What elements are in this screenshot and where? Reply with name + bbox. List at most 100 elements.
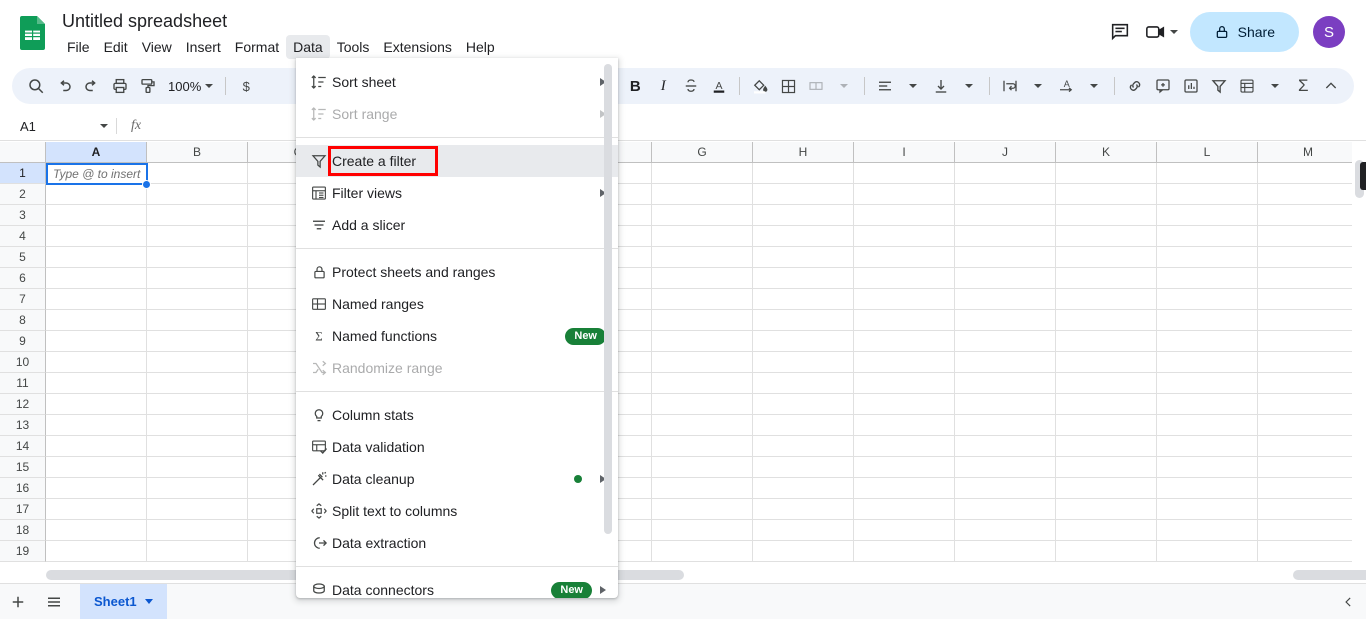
- comment-history-icon[interactable]: [1100, 12, 1140, 52]
- cell-I12[interactable]: [854, 394, 955, 415]
- cell-A10[interactable]: [46, 352, 147, 373]
- row-header-2[interactable]: 2: [0, 184, 46, 205]
- cell-J2[interactable]: [955, 184, 1056, 205]
- data-dropdown-menu[interactable]: Sort sheet Sort range Create a filter Filte…: [296, 58, 618, 598]
- cell-L4[interactable]: [1157, 226, 1258, 247]
- cell-I5[interactable]: [854, 247, 955, 268]
- cell-L18[interactable]: [1157, 520, 1258, 541]
- expand-panel-icon[interactable]: [1342, 595, 1356, 609]
- cell-L12[interactable]: [1157, 394, 1258, 415]
- fill-handle[interactable]: [142, 180, 151, 189]
- cell-M2[interactable]: [1258, 184, 1359, 205]
- borders-icon[interactable]: [774, 72, 802, 100]
- cell-H4[interactable]: [753, 226, 854, 247]
- cell-M6[interactable]: [1258, 268, 1359, 289]
- cell-H16[interactable]: [753, 478, 854, 499]
- text-color-icon[interactable]: A: [705, 72, 733, 100]
- cell-M5[interactable]: [1258, 247, 1359, 268]
- all-sheets-icon[interactable]: [36, 584, 72, 619]
- select-all-corner[interactable]: [0, 142, 46, 163]
- cell-H15[interactable]: [753, 457, 854, 478]
- cell-A19[interactable]: [46, 541, 147, 562]
- cell-K8[interactable]: [1056, 310, 1157, 331]
- cell-B6[interactable]: [147, 268, 248, 289]
- cell-M19[interactable]: [1258, 541, 1359, 562]
- insert-comment-icon[interactable]: [1149, 72, 1177, 100]
- cell-K15[interactable]: [1056, 457, 1157, 478]
- row-header-1[interactable]: 1: [0, 163, 46, 184]
- currency-icon[interactable]: $: [232, 72, 260, 100]
- cell-A2[interactable]: [46, 184, 147, 205]
- cell-K3[interactable]: [1056, 205, 1157, 226]
- chevron-down-icon[interactable]: [205, 84, 214, 88]
- cell-H12[interactable]: [753, 394, 854, 415]
- cell-grid[interactable]: [46, 163, 1359, 562]
- cell-K14[interactable]: [1056, 436, 1157, 457]
- active-cell-a1[interactable]: Type @ to insert: [46, 163, 148, 185]
- cell-J9[interactable]: [955, 331, 1056, 352]
- cell-B16[interactable]: [147, 478, 248, 499]
- cell-J8[interactable]: [955, 310, 1056, 331]
- cell-G12[interactable]: [652, 394, 753, 415]
- vertical-scrollbar[interactable]: ▲ ▼: [1352, 142, 1366, 563]
- cell-A5[interactable]: [46, 247, 147, 268]
- menu-scrollbar[interactable]: [604, 64, 612, 588]
- cell-J11[interactable]: [955, 373, 1056, 394]
- cell-M9[interactable]: [1258, 331, 1359, 352]
- cell-G1[interactable]: [652, 163, 753, 184]
- cell-L1[interactable]: [1157, 163, 1258, 184]
- vertical-align-icon[interactable]: [927, 72, 955, 100]
- menu-item-protect-sheets-and-ranges[interactable]: Protect sheets and ranges: [296, 256, 618, 288]
- chevron-down-icon[interactable]: [100, 124, 108, 128]
- cell-L14[interactable]: [1157, 436, 1258, 457]
- cell-G14[interactable]: [652, 436, 753, 457]
- cell-B19[interactable]: [147, 541, 248, 562]
- bold-icon[interactable]: B: [621, 72, 649, 100]
- cell-B7[interactable]: [147, 289, 248, 310]
- cell-J10[interactable]: [955, 352, 1056, 373]
- row-header-5[interactable]: 5: [0, 247, 46, 268]
- menu-item-filter-views[interactable]: Filter views: [296, 177, 618, 209]
- cell-A13[interactable]: [46, 415, 147, 436]
- cell-A8[interactable]: [46, 310, 147, 331]
- column-header-K[interactable]: K: [1056, 142, 1157, 163]
- cell-J14[interactable]: [955, 436, 1056, 457]
- cell-L9[interactable]: [1157, 331, 1258, 352]
- cell-G13[interactable]: [652, 415, 753, 436]
- menu-item-column-stats[interactable]: Column stats: [296, 399, 618, 431]
- strikethrough-icon[interactable]: [677, 72, 705, 100]
- cell-L8[interactable]: [1157, 310, 1258, 331]
- merge-cells-icon[interactable]: [802, 72, 830, 100]
- collapse-toolbar-icon[interactable]: [1317, 72, 1345, 100]
- cell-B4[interactable]: [147, 226, 248, 247]
- cell-J19[interactable]: [955, 541, 1056, 562]
- cell-A18[interactable]: [46, 520, 147, 541]
- cell-B1[interactable]: [147, 163, 248, 184]
- row-header-6[interactable]: 6: [0, 268, 46, 289]
- italic-icon[interactable]: I: [649, 72, 677, 100]
- print-icon[interactable]: [106, 72, 134, 100]
- cell-J13[interactable]: [955, 415, 1056, 436]
- cell-G8[interactable]: [652, 310, 753, 331]
- row-header-12[interactable]: 12: [0, 394, 46, 415]
- cell-I17[interactable]: [854, 499, 955, 520]
- menu-help[interactable]: Help: [459, 35, 502, 59]
- cell-M13[interactable]: [1258, 415, 1359, 436]
- cell-H17[interactable]: [753, 499, 854, 520]
- chevron-down-icon[interactable]: [1169, 30, 1178, 34]
- cell-G16[interactable]: [652, 478, 753, 499]
- cell-J5[interactable]: [955, 247, 1056, 268]
- cell-M1[interactable]: [1258, 163, 1359, 184]
- cell-J16[interactable]: [955, 478, 1056, 499]
- cell-G6[interactable]: [652, 268, 753, 289]
- cell-A4[interactable]: [46, 226, 147, 247]
- cell-H7[interactable]: [753, 289, 854, 310]
- cell-A3[interactable]: [46, 205, 147, 226]
- cell-G11[interactable]: [652, 373, 753, 394]
- cell-I2[interactable]: [854, 184, 955, 205]
- cell-B3[interactable]: [147, 205, 248, 226]
- cell-K6[interactable]: [1056, 268, 1157, 289]
- horizontal-scroll-thumb-right[interactable]: [1293, 570, 1366, 580]
- cell-M16[interactable]: [1258, 478, 1359, 499]
- cell-H13[interactable]: [753, 415, 854, 436]
